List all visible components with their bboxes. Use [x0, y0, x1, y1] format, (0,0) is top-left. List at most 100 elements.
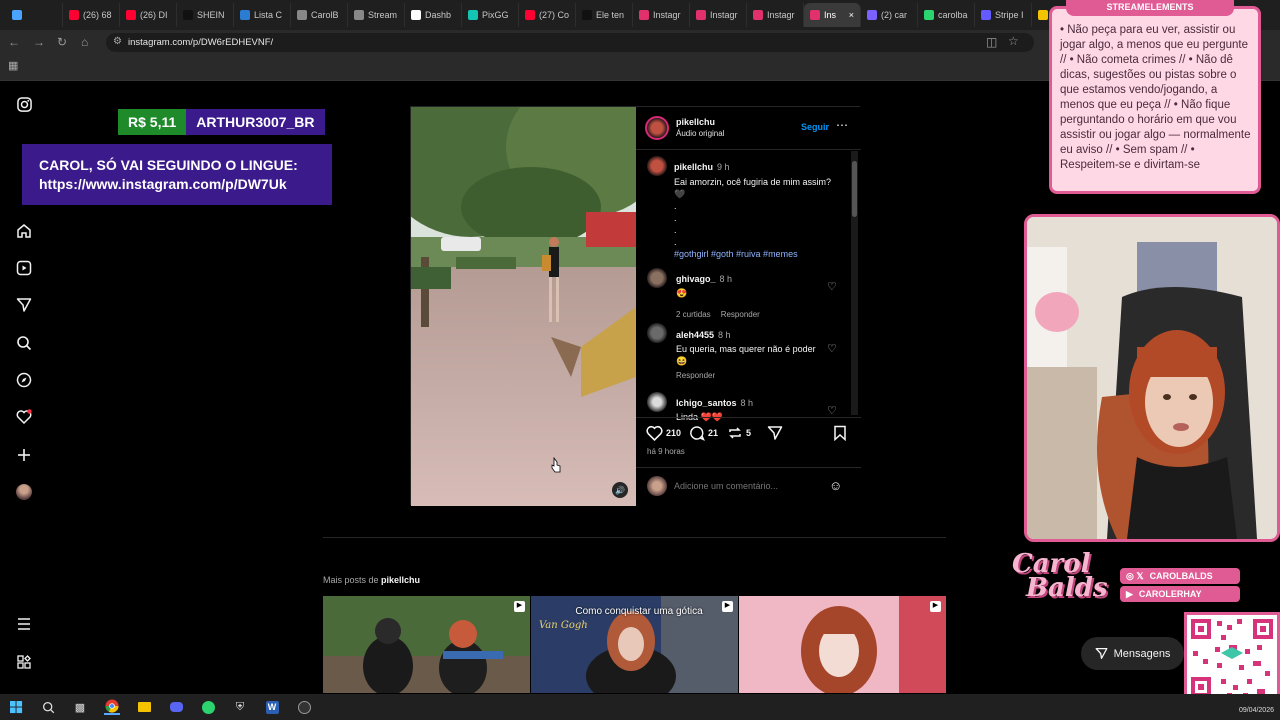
browser-tab[interactable]: Instagr	[633, 3, 690, 27]
search-icon[interactable]	[40, 699, 56, 715]
posted-time[interactable]: há 9 horas	[647, 447, 685, 456]
share-icon[interactable]	[767, 425, 783, 441]
home-icon[interactable]: ⌂	[81, 35, 88, 49]
commenter-avatar[interactable]	[647, 323, 667, 343]
author-username[interactable]: pikellchu	[676, 117, 715, 127]
reply-button[interactable]: Responder	[721, 310, 760, 319]
post-video[interactable]: 🔊	[411, 107, 636, 506]
obs-icon[interactable]	[296, 699, 312, 715]
file-explorer-icon[interactable]	[136, 699, 152, 715]
forward-icon[interactable]: →	[33, 35, 45, 49]
site-info-icon[interactable]: ⚙	[113, 36, 122, 47]
reload-icon[interactable]: ↻	[57, 35, 67, 49]
tab-label: PixGG	[482, 10, 509, 20]
discord-icon[interactable]	[168, 699, 184, 715]
install-app-icon[interactable]: ◫	[986, 35, 997, 49]
apps-grid-icon[interactable]: ▦	[8, 59, 18, 72]
back-icon[interactable]: ←	[8, 35, 20, 49]
address-bar[interactable]: ⚙ instagram.com/p/DW6rEDHEVNF/	[106, 33, 1034, 52]
browser-tab[interactable]: Lista C	[234, 3, 291, 27]
comments-scrollbar[interactable]	[851, 151, 858, 415]
handle-text: CAROLBALDS	[1149, 571, 1213, 581]
browser-tab[interactable]: PixGG	[462, 3, 519, 27]
comment-username[interactable]: Ichigo_santos	[676, 398, 737, 408]
browser-tab[interactable]	[6, 3, 63, 27]
browser-tab[interactable]: (2) car	[861, 3, 918, 27]
explore-nav-icon[interactable]	[14, 370, 34, 390]
comment-time: 8 h	[740, 398, 754, 408]
comment-icon[interactable]	[689, 425, 705, 441]
browser-tab[interactable]: Instagr	[690, 3, 747, 27]
follow-button[interactable]: Seguir	[801, 122, 829, 132]
repost-action[interactable]: 5	[727, 425, 751, 441]
browser-tab[interactable]: (26) 68	[63, 3, 120, 27]
more-post-thumbnail[interactable]: Como conquistar uma gótica Van Gogh ▶	[531, 596, 738, 693]
xbox-icon[interactable]	[200, 699, 216, 715]
caption-hashtags[interactable]: #gothgirl #goth #ruiva #memes	[674, 248, 849, 260]
browser-tab[interactable]: Instagr	[747, 3, 804, 27]
webcam-feed	[1024, 214, 1280, 542]
cursor-icon	[551, 457, 561, 473]
more-menu-icon[interactable]	[14, 614, 34, 634]
task-view-icon[interactable]: ▩	[72, 699, 88, 715]
caption-avatar[interactable]	[647, 156, 667, 176]
caption-heart: 🖤	[674, 189, 686, 199]
more-posts-user[interactable]: pikellchu	[381, 575, 420, 585]
windows-start-icon[interactable]	[8, 699, 24, 715]
instagram-logo-icon[interactable]	[14, 94, 34, 114]
audio-label[interactable]: Áudio original	[676, 129, 724, 138]
more-post-thumbnail[interactable]: ▶	[323, 596, 530, 693]
home-nav-icon[interactable]	[14, 221, 34, 241]
browser-tab[interactable]: Ele ten	[576, 3, 633, 27]
comment-input[interactable]	[674, 477, 824, 495]
like-icon[interactable]	[646, 425, 663, 441]
browser-tab[interactable]: (27) Co	[519, 3, 576, 27]
commenter-avatar[interactable]	[647, 268, 667, 288]
emoji-icon[interactable]: ☺	[829, 478, 842, 493]
comment-username[interactable]: aleh4455	[676, 330, 714, 340]
comment-like-icon[interactable]: ♡	[827, 280, 837, 293]
create-nav-icon[interactable]	[14, 445, 34, 465]
close-tab-icon[interactable]: ×	[849, 10, 854, 20]
like-count[interactable]: 210	[666, 428, 681, 438]
browser-tab[interactable]: Stripe I	[975, 3, 1032, 27]
commenter-avatar[interactable]	[647, 392, 667, 412]
comment-likes[interactable]: 2 curtidas	[676, 310, 711, 319]
browser-tab[interactable]: (26) DI	[120, 3, 177, 27]
bookmark-star-icon[interactable]: ☆	[1008, 34, 1019, 48]
browser-tab[interactable]: carolba	[918, 3, 975, 27]
browser-tab[interactable]: CarolB	[291, 3, 348, 27]
qr-code	[1184, 612, 1280, 704]
vpn-shield-icon[interactable]: ⛨	[232, 699, 248, 715]
caption-username[interactable]: pikellchu	[674, 162, 713, 172]
author-avatar[interactable]	[645, 116, 669, 140]
browser-tab[interactable]: Ins ×	[804, 3, 861, 27]
word-icon[interactable]: W	[264, 699, 280, 715]
more-post-thumbnail[interactable]: ▶	[739, 596, 946, 693]
more-options-icon[interactable]: ⋯	[836, 118, 848, 132]
browser-tab[interactable]: Dashb	[405, 3, 462, 27]
also-from-meta-icon[interactable]	[14, 652, 34, 672]
comment-like-icon[interactable]: ♡	[827, 342, 837, 355]
tab-favicon-icon	[297, 10, 307, 20]
comment-action[interactable]: 21	[689, 425, 718, 441]
reply-button[interactable]: Responder	[676, 371, 836, 380]
browser-tab[interactable]: Stream	[348, 3, 405, 27]
repost-count: 5	[746, 428, 752, 438]
reels-nav-icon[interactable]	[14, 258, 34, 278]
messages-button[interactable]: Mensagens	[1081, 637, 1184, 670]
save-icon[interactable]	[833, 425, 847, 441]
chrome-icon[interactable]	[104, 699, 120, 715]
notifications-nav-icon[interactable]	[14, 407, 34, 427]
comment-like-icon[interactable]: ♡	[827, 404, 837, 417]
audio-toggle-icon[interactable]: 🔊	[612, 482, 628, 498]
like-action[interactable]: 210	[646, 425, 681, 441]
repost-icon[interactable]	[727, 425, 743, 441]
comment-username[interactable]: ghivago_	[676, 274, 716, 284]
browser-tab[interactable]: SHEIN	[177, 3, 234, 27]
profile-avatar[interactable]	[14, 482, 34, 502]
messages-nav-icon[interactable]	[14, 295, 34, 315]
search-nav-icon[interactable]	[14, 333, 34, 353]
tab-label: SHEIN	[197, 10, 225, 20]
caption-block: pikellchu 9 h Eai amorzin, ocê fugiria de…	[674, 157, 849, 260]
